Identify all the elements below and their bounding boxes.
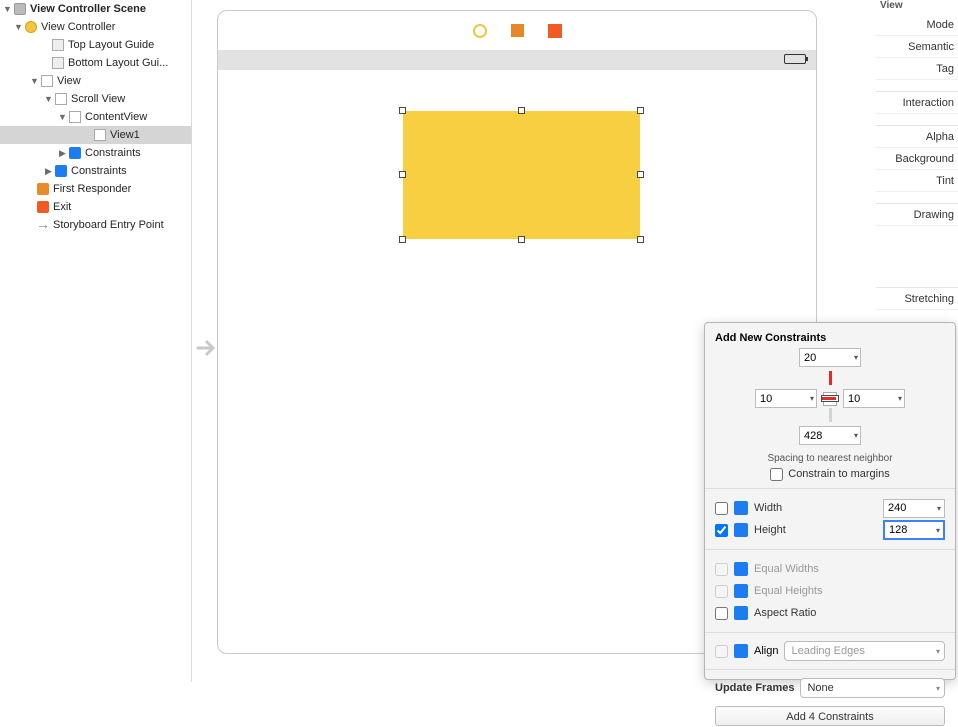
width-constraint-row: Width 240▾: [715, 497, 945, 519]
stretching-row[interactable]: Stretching: [876, 288, 958, 310]
alpha-row[interactable]: Alpha: [876, 126, 958, 148]
width-icon: [734, 501, 748, 515]
scene-row[interactable]: ▼View Controller Scene: [0, 0, 191, 18]
bottom-guide-row[interactable]: ▼Bottom Layout Gui...: [0, 54, 191, 72]
contentview-row[interactable]: ▼ContentView: [0, 108, 191, 126]
aspect-ratio-icon: [734, 606, 748, 620]
exit-row[interactable]: ▼Exit: [0, 198, 191, 216]
equal-widths-checkbox: [715, 563, 728, 576]
first-responder-icon[interactable]: [511, 24, 524, 37]
bottom-strut[interactable]: [829, 408, 832, 426]
width-label: Width: [754, 502, 877, 514]
constrain-margins-label: Constrain to margins: [788, 468, 890, 480]
inspector-section-title: View: [876, 0, 958, 14]
view-row[interactable]: ▼View: [0, 72, 191, 90]
align-label: Align: [754, 645, 778, 657]
resize-handle[interactable]: [637, 171, 644, 178]
spacing-label: Spacing to nearest neighbor: [705, 453, 955, 464]
view1-selected[interactable]: [403, 111, 640, 239]
status-bar: [218, 50, 816, 70]
resize-handle[interactable]: [399, 171, 406, 178]
first-responder-row[interactable]: ▼First Responder: [0, 180, 191, 198]
tint-row[interactable]: Tint: [876, 170, 958, 192]
resize-handle[interactable]: [399, 107, 406, 114]
height-checkbox[interactable]: [715, 524, 728, 537]
popover-title: Add New Constraints: [705, 323, 955, 348]
resize-handle[interactable]: [637, 236, 644, 243]
resize-handle[interactable]: [637, 107, 644, 114]
tag-row[interactable]: Tag: [876, 58, 958, 80]
height-label: Height: [754, 524, 877, 536]
top-strut[interactable]: [829, 371, 832, 389]
height-icon: [734, 523, 748, 537]
right-spacing-input[interactable]: 10▾: [843, 389, 905, 408]
vc-icon[interactable]: [473, 24, 487, 38]
aspect-ratio-checkbox[interactable]: [715, 607, 728, 620]
view1-row-selected[interactable]: ▼View1: [0, 126, 191, 144]
scene-dock: [218, 11, 816, 50]
drawing-row[interactable]: Drawing: [876, 204, 958, 226]
constrain-margins-checkbox[interactable]: [770, 468, 783, 481]
bottom-spacing-input[interactable]: 428▾: [799, 426, 861, 445]
top-guide-row[interactable]: ▼Top Layout Guide: [0, 36, 191, 54]
exit-icon[interactable]: [548, 24, 562, 38]
width-value-input[interactable]: 240▾: [883, 499, 945, 518]
height-constraint-row: Height 128▾: [715, 519, 945, 541]
right-strut[interactable]: [821, 395, 839, 402]
constraints-outer-row[interactable]: ▶Constraints: [0, 162, 191, 180]
equal-heights-icon: [734, 584, 748, 598]
entry-arrow-icon: [192, 334, 220, 365]
top-spacing-input[interactable]: 20▾: [799, 348, 861, 367]
resize-handle[interactable]: [518, 236, 525, 243]
align-select[interactable]: Leading Edges▾: [784, 641, 945, 661]
left-spacing-input[interactable]: 10▾: [755, 389, 817, 408]
aspect-ratio-label: Aspect Ratio: [754, 607, 945, 619]
height-value-input[interactable]: 128▾: [883, 520, 945, 540]
equal-widths-label: Equal Widths: [754, 563, 945, 575]
equal-widths-icon: [734, 562, 748, 576]
add-constraints-button[interactable]: Add 4 Constraints: [715, 706, 945, 726]
background-row[interactable]: Background: [876, 148, 958, 170]
equal-heights-label: Equal Heights: [754, 585, 945, 597]
vc-row[interactable]: ▼View Controller: [0, 18, 191, 36]
document-outline: ▼View Controller Scene ▼View Controller …: [0, 0, 192, 682]
align-checkbox: [715, 645, 728, 658]
update-frames-label: Update Frames: [715, 682, 794, 694]
resize-handle[interactable]: [399, 236, 406, 243]
scrollview-row[interactable]: ▼Scroll View: [0, 90, 191, 108]
update-frames-select[interactable]: None▾: [800, 678, 945, 698]
align-icon: [734, 644, 748, 658]
width-checkbox[interactable]: [715, 502, 728, 515]
resize-handle[interactable]: [518, 107, 525, 114]
entry-point-row[interactable]: ▼→Storyboard Entry Point: [0, 216, 191, 234]
semantic-row[interactable]: Semantic: [876, 36, 958, 58]
battery-icon: [784, 54, 806, 64]
mode-row[interactable]: Mode: [876, 14, 958, 36]
add-constraints-popover: Add New Constraints 20▾ 10▾ 10▾ 428▾ Spa…: [704, 322, 956, 680]
interaction-row[interactable]: Interaction: [876, 92, 958, 114]
constraints-inner-row[interactable]: ▶Constraints: [0, 144, 191, 162]
equal-heights-checkbox: [715, 585, 728, 598]
